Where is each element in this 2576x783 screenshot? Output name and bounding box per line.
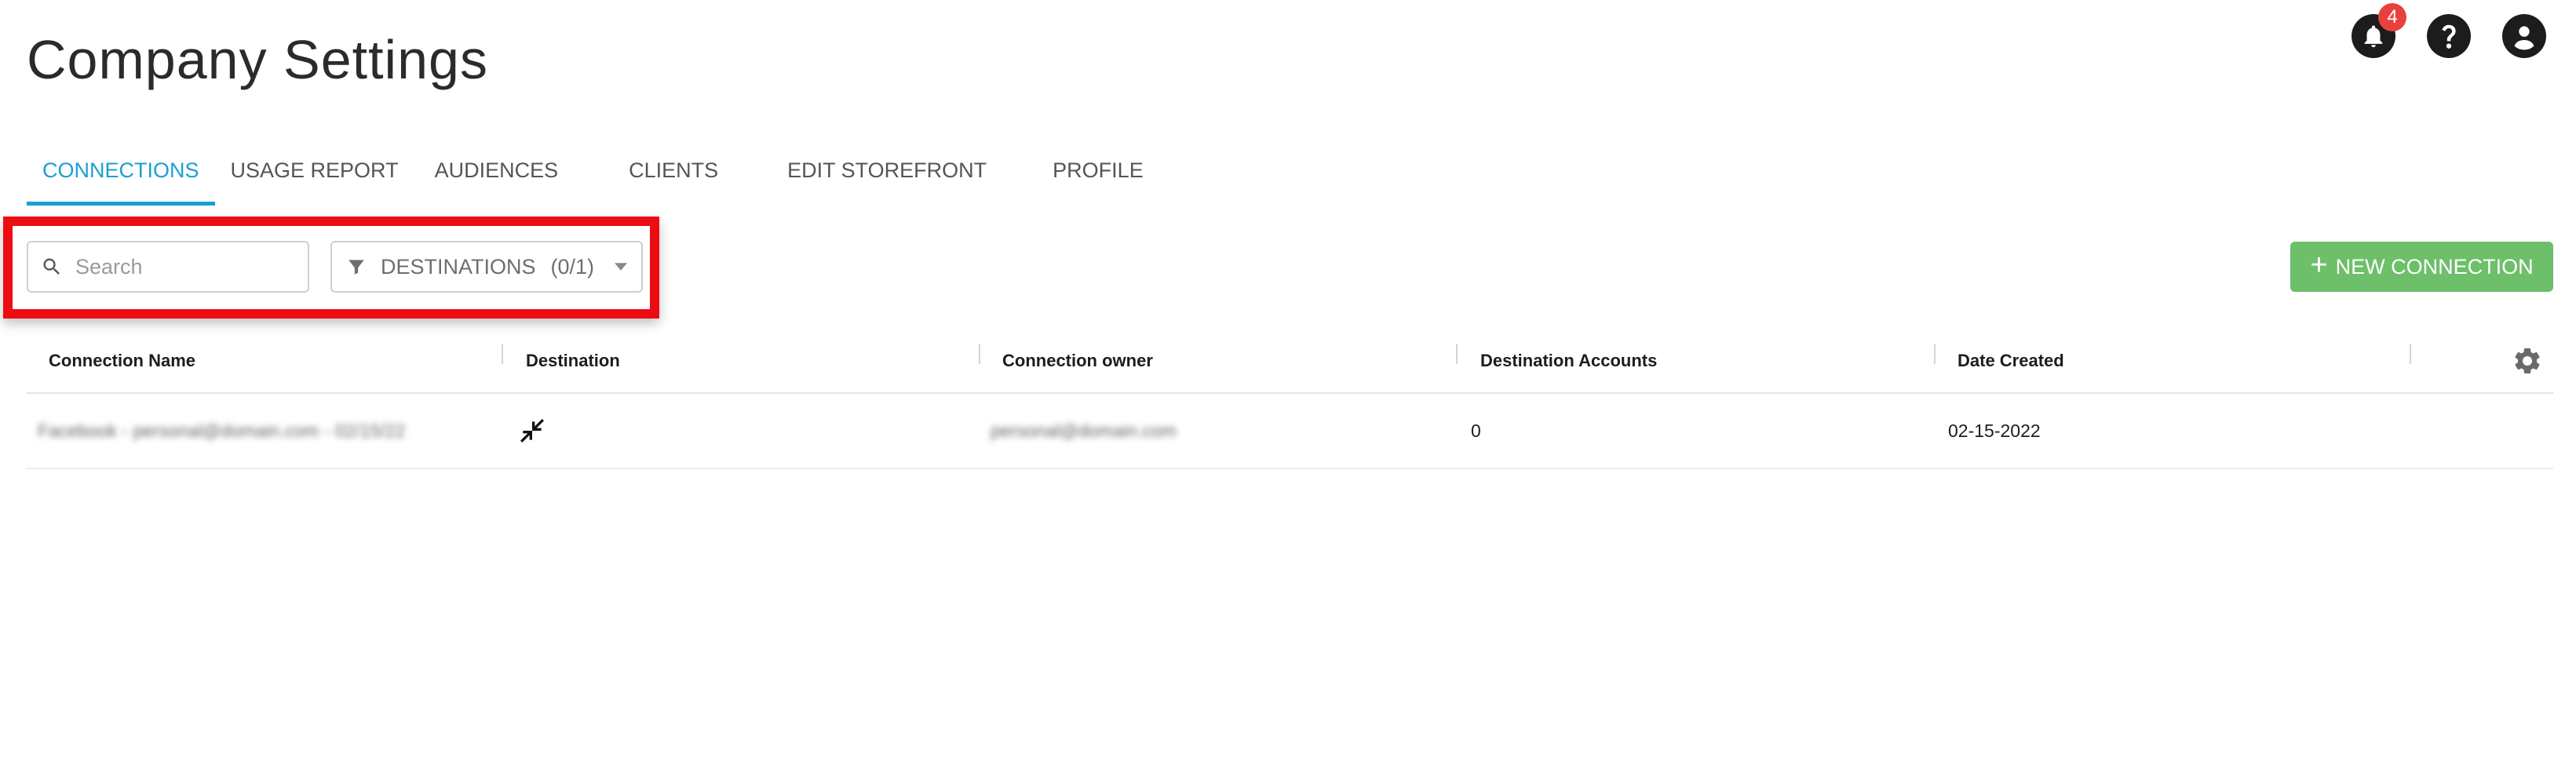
- search-input[interactable]: [74, 253, 305, 280]
- column-header-destination[interactable]: Destination: [526, 330, 620, 392]
- help-icon: [2442, 24, 2456, 49]
- column-header-destination-accounts[interactable]: Destination Accounts: [1480, 330, 1657, 392]
- caret-down-icon: [615, 263, 627, 271]
- column-divider: [1456, 344, 1458, 364]
- column-divider: [502, 344, 503, 364]
- column-header-connection-owner[interactable]: Connection owner: [1002, 330, 1153, 392]
- tab-connections[interactable]: CONNECTIONS: [27, 149, 215, 206]
- table-header: Connection Name Destination Connection o…: [27, 330, 2553, 394]
- gear-icon: [2515, 348, 2540, 373]
- tab-edit-storefront[interactable]: EDIT STOREFRONT: [772, 149, 1002, 206]
- column-divider: [1934, 344, 1936, 364]
- cell-destination: [516, 394, 548, 468]
- notification-count-badge: 4: [2378, 3, 2406, 31]
- column-header-connection-name[interactable]: Connection Name: [49, 330, 195, 392]
- column-header-date-created[interactable]: Date Created: [1958, 330, 2064, 392]
- cell-connection-name[interactable]: Facebook - personal@domain.com - 02/15/2…: [38, 394, 405, 468]
- plus-icon: +: [2310, 249, 2328, 282]
- filter-count: (0/1): [550, 254, 594, 279]
- settings-tabs: CONNECTIONS USAGE REPORT AUDIENCES CLIEN…: [27, 149, 1159, 206]
- tab-clients[interactable]: CLIENTS: [613, 149, 734, 206]
- search-icon: [43, 258, 60, 275]
- tab-profile[interactable]: PROFILE: [1037, 149, 1159, 206]
- cell-connection-owner: personal@domain.com: [991, 420, 1177, 441]
- filter-label: DESTINATIONS: [381, 254, 536, 279]
- connections-table: Connection Name Destination Connection o…: [27, 330, 2553, 469]
- page-title: Company Settings: [27, 29, 488, 90]
- table-settings-button[interactable]: [2512, 330, 2543, 392]
- column-divider: [2410, 344, 2411, 364]
- new-connection-label: NEW CONNECTION: [2335, 254, 2534, 279]
- tab-usage-report[interactable]: USAGE REPORT: [215, 149, 414, 206]
- cell-date-created: 02-15-2022: [1948, 420, 2041, 441]
- destinations-filter[interactable]: DESTINATIONS (0/1): [330, 241, 643, 293]
- header-icons: 4: [2352, 3, 2546, 58]
- filter-icon: [348, 260, 364, 275]
- column-divider: [979, 344, 980, 364]
- new-connection-button[interactable]: + NEW CONNECTION: [2290, 242, 2553, 292]
- notifications-button[interactable]: 4: [2352, 3, 2406, 58]
- cell-destination-accounts: 0: [1471, 420, 1481, 441]
- table-row[interactable]: Facebook - personal@domain.com - 02/15/2…: [27, 394, 2553, 469]
- account-button[interactable]: [2502, 14, 2546, 58]
- collapse-arrows-icon: [520, 419, 544, 442]
- account-icon: [2514, 26, 2534, 50]
- tab-audiences[interactable]: AUDIENCES: [419, 149, 575, 206]
- search-field[interactable]: [27, 241, 309, 293]
- help-button[interactable]: [2427, 14, 2471, 58]
